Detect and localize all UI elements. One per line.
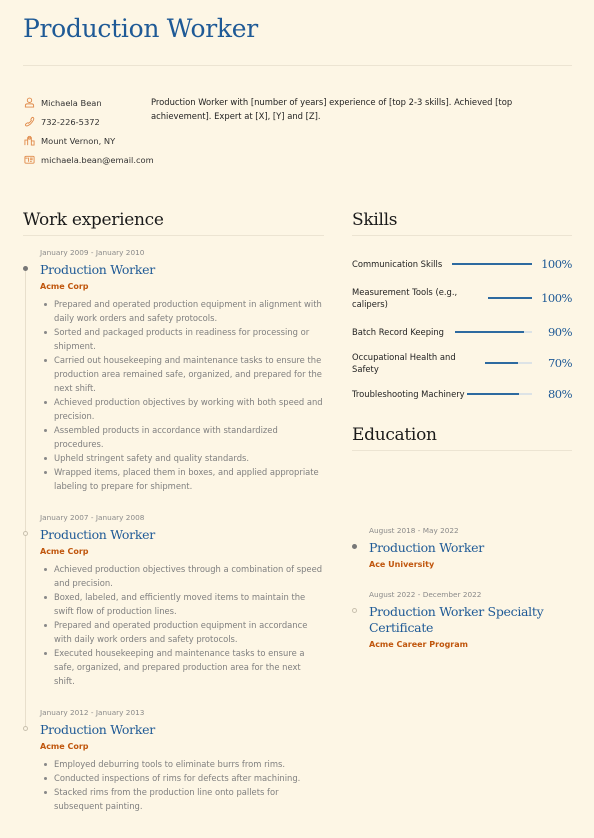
contact-phone-text: 732-226-5372 [41, 116, 100, 127]
education-heading: Education [352, 425, 437, 445]
bullet-item: Wrapped items, placed them in boxes, and… [40, 465, 324, 493]
person-icon [24, 97, 35, 108]
skill-row: Batch Record Keeping 90% [352, 316, 573, 347]
bullet-item: Conducted inspections of rims for defect… [40, 771, 324, 785]
degree-title: Production Worker [369, 540, 484, 555]
skill-percent: 70% [547, 355, 573, 370]
bullet-item: Achieved production objectives through a… [40, 562, 324, 590]
timeline-dot [23, 531, 28, 536]
company-name: Acme Corp [40, 547, 89, 556]
page-title: Production Worker [23, 14, 258, 43]
skill-bar-fill [488, 296, 532, 299]
skill-bar [455, 330, 532, 333]
bullet-list: Achieved production objectives through a… [40, 562, 324, 688]
skill-percent: 100% [541, 290, 572, 305]
email-icon [24, 154, 35, 165]
timeline-line [352, 464, 572, 526]
skill-percent: 90% [547, 324, 573, 339]
section-divider [352, 450, 572, 451]
timeline-dot [23, 726, 28, 731]
skill-name: Troubleshooting Machinery [352, 388, 465, 399]
bullet-item: Prepared and operated production equipme… [40, 618, 324, 646]
school-name: Ace University [369, 560, 435, 569]
header-divider [23, 65, 572, 66]
bullet-item: Carried out housekeeping and maintenance… [40, 353, 324, 395]
education-date: August 2018 - May 2022 [369, 526, 459, 535]
bullet-item: Stacked rims from the production line on… [40, 785, 324, 813]
skill-percent: 100% [541, 256, 572, 271]
bullet-item: Employed deburring tools to eliminate bu… [40, 757, 324, 771]
bullet-item: Boxed, labeled, and efficiently moved it… [40, 590, 324, 618]
work-entry: January 2012 - January 2013 Production Wo… [23, 708, 324, 813]
sidebar-column: Skills Communication Skills 100% Measureme… [352, 210, 573, 649]
section-divider [23, 235, 324, 236]
skill-bar [485, 361, 533, 364]
job-title: Production Worker [40, 262, 155, 277]
education-entry: August 2018 - May 2022 Production Worker A… [352, 526, 572, 569]
bullet-list: Employed deburring tools to eliminate bu… [40, 757, 324, 813]
job-title: Production Worker [40, 722, 155, 737]
skill-row: Communication Skills 100% [352, 248, 573, 279]
contact-email: michaela.bean@email.com [24, 150, 154, 169]
contact-location-text: Mount Vernon, NY [41, 135, 116, 146]
contact-list: Michaela Bean 732-226-5372 Mount Vernon,… [24, 93, 154, 169]
timeline-dot [23, 266, 28, 271]
skill-bar [452, 262, 532, 265]
skill-bar-fill [485, 361, 518, 364]
bullet-list: Prepared and operated production equipme… [40, 297, 324, 493]
skills-heading: Skills [352, 210, 398, 230]
company-name: Acme Corp [40, 742, 89, 751]
skill-name: Batch Record Keeping [352, 326, 444, 337]
skill-bar-fill [455, 330, 525, 333]
bullet-item: Achieved production objectives by workin… [40, 395, 324, 423]
bullet-item: Prepared and operated production equipme… [40, 297, 324, 325]
bullet-item: Executed housekeeping and maintenance ta… [40, 646, 324, 688]
bullet-item: Sorted and packaged products in readines… [40, 325, 324, 353]
skill-bar [467, 392, 532, 395]
work-date: January 2012 - January 2013 [40, 708, 145, 717]
education-timeline: August 2018 - May 2022 Production Worker A… [352, 464, 572, 649]
skill-percent: 80% [547, 386, 573, 401]
education-date: August 2022 - December 2022 [369, 590, 482, 599]
school-name: Acme Career Program [369, 640, 468, 649]
skill-bar [488, 296, 532, 299]
work-entry: January 2007 - January 2008 Production Wo… [23, 513, 324, 688]
skill-bar-fill [467, 392, 519, 395]
skill-row: Troubleshooting Machinery 80% [352, 378, 573, 409]
education-entry: August 2022 - December 2022 Production Wo… [352, 590, 572, 649]
bullet-item: Assembled products in accordance with st… [40, 423, 324, 451]
bullet-item: Upheld stringent safety and quality stan… [40, 451, 324, 465]
contact-name-text: Michaela Bean [41, 97, 102, 108]
work-date: January 2009 - January 2010 [40, 248, 145, 257]
job-title: Production Worker [40, 527, 155, 542]
section-divider [352, 235, 572, 236]
work-date: January 2007 - January 2008 [40, 513, 145, 522]
contact-name: Michaela Bean [24, 93, 149, 112]
timeline-dot [352, 544, 357, 549]
skill-name: Communication Skills [352, 258, 443, 269]
contact-phone: 732-226-5372 [24, 112, 149, 131]
company-name: Acme Corp [40, 282, 89, 291]
phone-icon [24, 116, 35, 127]
contact-location: Mount Vernon, NY [24, 131, 149, 150]
timeline-dot [352, 608, 357, 613]
contact-email-text[interactable]: michaela.bean@email.com [41, 155, 154, 165]
skill-row: Measurement Tools (e.g., calipers) 100% [352, 279, 573, 316]
work-entry: January 2009 - January 2010 Production Wo… [23, 248, 324, 493]
skill-bar-fill [452, 262, 532, 265]
summary: Production Worker with [number of years]… [151, 97, 513, 121]
location-icon [24, 135, 35, 146]
skill-row: Occupational Health and Safety 70% [352, 347, 572, 378]
skill-name: Occupational Health and Safety [352, 351, 456, 374]
work-timeline: January 2009 - January 2010 Production Wo… [23, 248, 324, 813]
skills-list: Communication Skills 100% Measurement Tool… [352, 248, 573, 409]
skill-name: Measurement Tools (e.g., calipers) [352, 286, 458, 309]
work-experience-heading: Work experience [23, 210, 164, 230]
degree-title: Production Worker Specialty Certificate [369, 604, 544, 635]
work-experience-section: Work experience January 2009 - January 2… [23, 210, 324, 813]
